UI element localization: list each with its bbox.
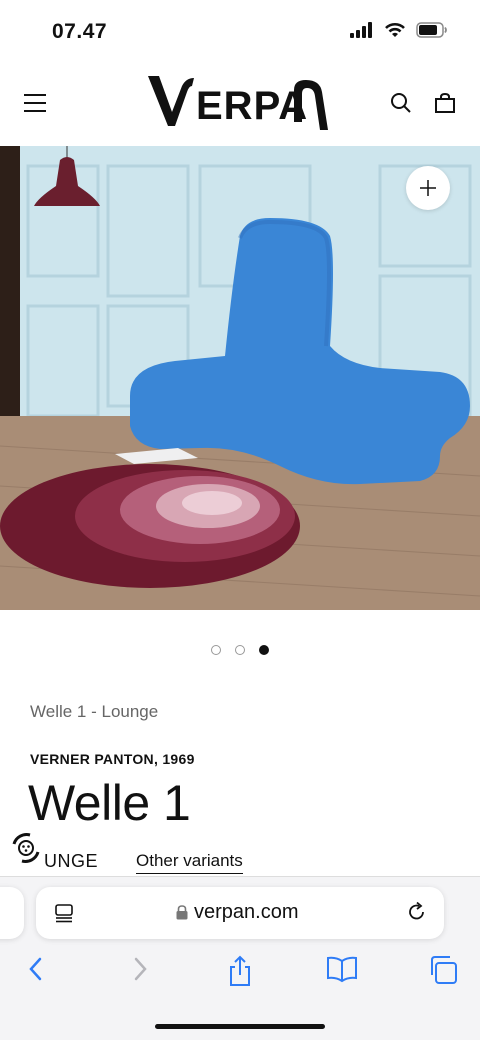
site-header: ERPA	[0, 62, 480, 146]
forward-arrow-icon[interactable]	[130, 955, 150, 983]
carousel-dot-1[interactable]	[211, 645, 221, 655]
plus-icon	[420, 180, 436, 196]
battery-icon	[416, 22, 447, 38]
status-bar: 07.47	[0, 0, 480, 62]
carousel-dot-3[interactable]	[259, 645, 269, 655]
carousel-dot-2[interactable]	[235, 645, 245, 655]
breadcrumb[interactable]: Welle 1 - Lounge	[30, 702, 158, 722]
svg-text:ERPA: ERPA	[196, 84, 308, 128]
lock-icon	[176, 905, 188, 920]
cellular-signal-icon	[350, 22, 372, 38]
tabs-icon[interactable]	[428, 955, 458, 985]
menu-icon[interactable]	[24, 94, 46, 112]
bookmarks-icon[interactable]	[326, 955, 358, 983]
address-bar[interactable]: verpan.com	[36, 887, 444, 939]
header-icons	[390, 92, 456, 114]
carousel-dots	[0, 645, 480, 655]
browser-toolbar	[0, 955, 480, 995]
home-indicator	[155, 1024, 325, 1029]
previous-tab-preview[interactable]	[0, 887, 24, 939]
other-variants-link[interactable]: Other variants	[136, 851, 243, 874]
search-icon[interactable]	[390, 92, 412, 114]
category-label: UNGE	[44, 851, 99, 871]
url-display[interactable]: verpan.com	[176, 901, 299, 924]
share-icon[interactable]	[227, 955, 253, 987]
hero-photo	[0, 146, 480, 610]
accessibility-widget-icon[interactable]	[8, 830, 44, 866]
wifi-icon	[385, 23, 405, 37]
reload-icon[interactable]	[406, 901, 428, 923]
url-text: verpan.com	[194, 901, 299, 923]
status-icons	[350, 22, 448, 38]
shopping-bag-icon[interactable]	[434, 92, 456, 114]
page-title: Welle 1	[28, 775, 191, 831]
reader-mode-icon[interactable]	[54, 903, 74, 923]
status-time: 07.47	[52, 20, 108, 43]
browser-bottom-bar: verpan.com	[0, 876, 480, 1040]
zoom-plus-button[interactable]	[406, 166, 450, 210]
designer-label: VERNER PANTON, 1969	[30, 751, 195, 767]
product-hero-image[interactable]	[0, 146, 480, 610]
back-arrow-icon[interactable]	[26, 955, 46, 983]
verpan-logo[interactable]: ERPA	[146, 72, 334, 132]
